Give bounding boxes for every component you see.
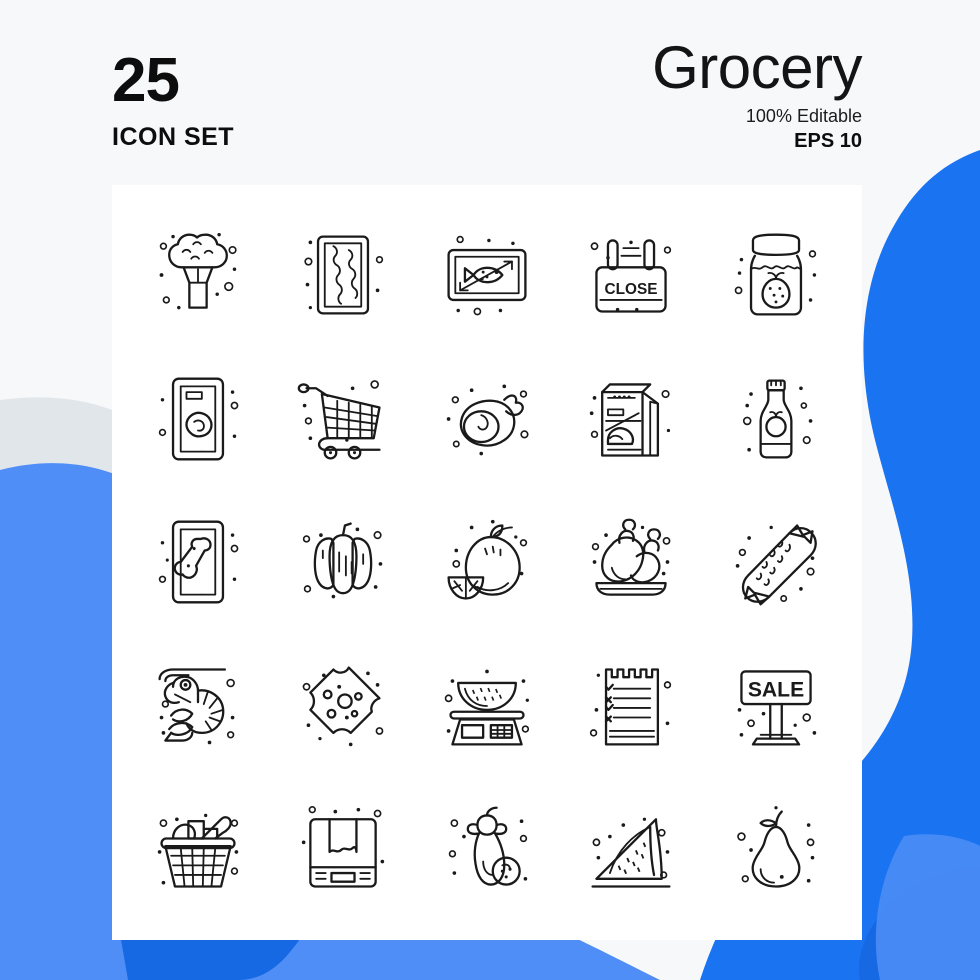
shrimp-icon-cell[interactable]	[126, 634, 270, 778]
candy-icon-cell[interactable]	[704, 491, 848, 635]
close-sign-text: CLOSE	[605, 281, 658, 298]
delivery-box-icon	[301, 806, 384, 888]
ham-leg-icon	[446, 384, 529, 456]
pear-icon-cell[interactable]	[704, 778, 848, 922]
cheese-icon-cell[interactable]	[270, 634, 414, 778]
ketchup-bottle-icon	[742, 379, 813, 459]
shopping-cart-icon-cell[interactable]	[270, 347, 414, 491]
grocery-bag-icon	[590, 382, 671, 457]
roast-chicken-icon-cell[interactable]	[559, 491, 703, 635]
editable-note: 100% Editable	[745, 106, 862, 126]
pear-icon	[736, 806, 815, 888]
orange-fruit-icon	[447, 520, 528, 601]
icon-grid: CLOSE SALE	[112, 185, 862, 940]
close-sign-icon: CLOSE	[591, 239, 672, 313]
jam-jar-icon-cell[interactable]	[704, 203, 848, 347]
broccoli-icon-cell[interactable]	[126, 203, 270, 347]
meat-tray-package-icon-cell[interactable]	[270, 203, 414, 347]
watermelon-slice-icon	[591, 817, 671, 888]
header-left-group: 25 ICON SET	[112, 46, 235, 152]
bone-package-icon	[158, 521, 239, 604]
roast-chicken-icon	[592, 519, 671, 597]
sale-sign-icon-cell[interactable]: SALE	[704, 634, 848, 778]
ketchup-bottle-icon-cell[interactable]	[704, 347, 848, 491]
bell-pepper-icon	[302, 522, 382, 599]
header-right-group: Grocery 100% Editable EPS 10	[652, 38, 862, 153]
steak-package-icon	[158, 377, 239, 461]
meat-tray-package-icon	[303, 235, 383, 315]
fish-package-icon-cell[interactable]	[415, 203, 559, 347]
close-sign-icon-cell[interactable]: CLOSE	[559, 203, 703, 347]
bell-pepper-icon-cell[interactable]	[270, 491, 414, 635]
icon-card: CLOSE SALE	[112, 185, 862, 940]
broccoli-icon	[159, 232, 237, 310]
delivery-box-icon-cell[interactable]	[270, 778, 414, 922]
shrimp-icon	[158, 668, 236, 745]
bone-package-icon-cell[interactable]	[126, 491, 270, 635]
icon-count: 25	[112, 46, 180, 115]
shopping-basket-icon-cell[interactable]	[126, 778, 270, 922]
sale-sign-icon: SALE	[737, 670, 817, 746]
poster-canvas: 25 ICON SET Grocery 100% Editable EPS 10	[0, 0, 980, 980]
steak-package-icon-cell[interactable]	[126, 347, 270, 491]
ham-leg-icon-cell[interactable]	[415, 347, 559, 491]
shopping-cart-icon	[297, 379, 381, 460]
sale-sign-text: SALE	[748, 679, 804, 702]
fish-package-icon	[447, 235, 527, 316]
page-title: Grocery	[652, 34, 862, 101]
weighing-scale-icon-cell[interactable]	[415, 634, 559, 778]
icon-set-label: ICON SET	[112, 122, 235, 151]
shopping-list-icon	[590, 668, 672, 746]
cheese-icon	[302, 666, 383, 747]
shopping-list-icon-cell[interactable]	[559, 634, 703, 778]
candy-icon	[735, 524, 817, 606]
eggplant-icon-cell[interactable]	[415, 778, 559, 922]
watermelon-slice-icon-cell[interactable]	[559, 778, 703, 922]
orange-fruit-icon-cell[interactable]	[415, 491, 559, 635]
weighing-scale-icon	[444, 669, 530, 746]
eggplant-icon	[448, 806, 528, 886]
grocery-bag-icon-cell[interactable]	[559, 347, 703, 491]
format-note: EPS 10	[794, 130, 862, 152]
jam-jar-icon	[734, 233, 816, 316]
shopping-basket-icon	[157, 813, 239, 888]
poster-header: 25 ICON SET Grocery 100% Editable EPS 10	[0, 0, 980, 185]
